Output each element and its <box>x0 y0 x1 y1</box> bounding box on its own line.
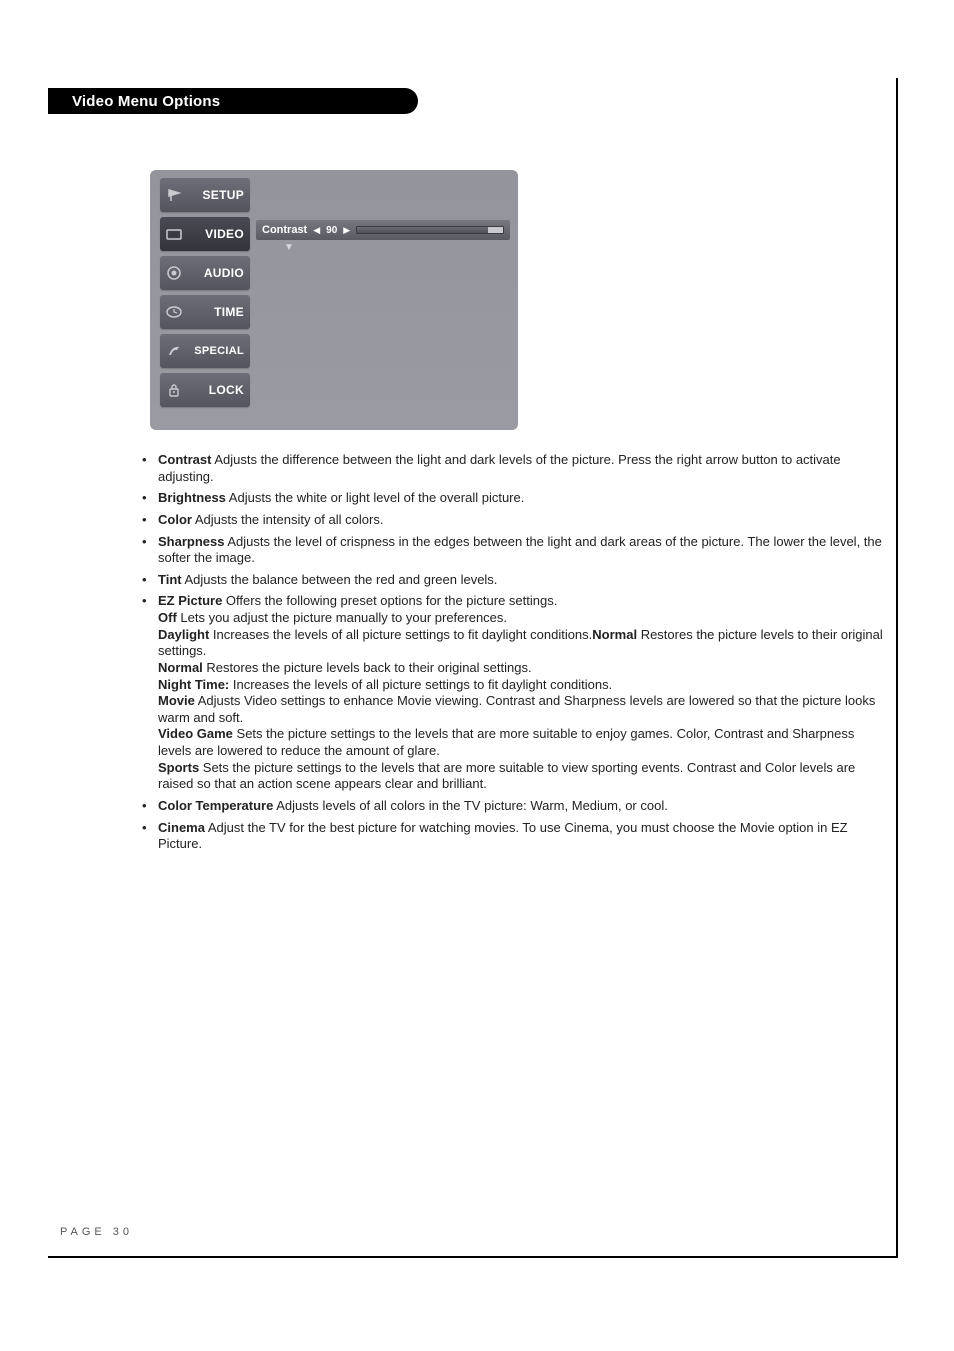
arrow-right-icon: ▶ <box>343 225 350 236</box>
list-item: Brightness Adjusts the white or light le… <box>140 490 885 507</box>
slider-track[interactable] <box>356 226 504 234</box>
setting-label: Contrast <box>262 224 307 236</box>
slider-fill <box>357 227 488 233</box>
list-item: Tint Adjusts the balance between the red… <box>140 572 885 589</box>
menu-sidebar: SETUP VIDEO AUDIO TIME SPECIAL <box>160 178 250 412</box>
time-icon <box>166 304 182 320</box>
list-item: Sharpness Adjusts the level of crispness… <box>140 534 885 567</box>
page-number: PAGE 30 <box>60 1226 133 1238</box>
menu-label: TIME <box>187 305 244 319</box>
video-icon <box>166 226 182 242</box>
special-icon <box>166 343 182 359</box>
list-item: Cinema Adjust the TV for the best pictur… <box>140 820 885 853</box>
setup-icon <box>166 187 182 203</box>
lock-icon <box>166 382 182 398</box>
section-cap <box>356 88 418 114</box>
menu-item-time[interactable]: TIME <box>160 295 250 329</box>
arrow-left-icon: ◀ <box>313 225 320 236</box>
contrast-slider-row[interactable]: Contrast ◀ 90 ▶ <box>256 220 510 240</box>
menu-item-video[interactable]: VIDEO <box>160 217 250 251</box>
menu-item-lock[interactable]: LOCK <box>160 373 250 407</box>
menu-label: AUDIO <box>187 266 244 280</box>
menu-item-special[interactable]: SPECIAL <box>160 334 250 368</box>
menu-label: LOCK <box>187 383 244 397</box>
description-list: Contrast Adjusts the difference between … <box>140 452 885 858</box>
menu-label: SETUP <box>187 188 244 202</box>
list-item: EZ Picture Offers the following preset o… <box>140 593 885 793</box>
menu-item-audio[interactable]: AUDIO <box>160 256 250 290</box>
menu-label: VIDEO <box>187 227 244 241</box>
list-item: Contrast Adjusts the difference between … <box>140 452 885 485</box>
list-item: Color Temperature Adjusts levels of all … <box>140 798 885 815</box>
audio-icon <box>166 265 182 281</box>
setting-value: 90 <box>326 225 337 236</box>
arrow-down-icon: ▼ <box>284 242 294 253</box>
menu-label: SPECIAL <box>187 345 244 357</box>
osd-menu-figure: SETUP VIDEO AUDIO TIME SPECIAL <box>150 170 518 430</box>
section-title: Video Menu Options <box>48 88 356 114</box>
menu-item-setup[interactable]: SETUP <box>160 178 250 212</box>
section-header: Video Menu Options <box>48 88 418 114</box>
list-item: Color Adjusts the intensity of all color… <box>140 512 885 529</box>
